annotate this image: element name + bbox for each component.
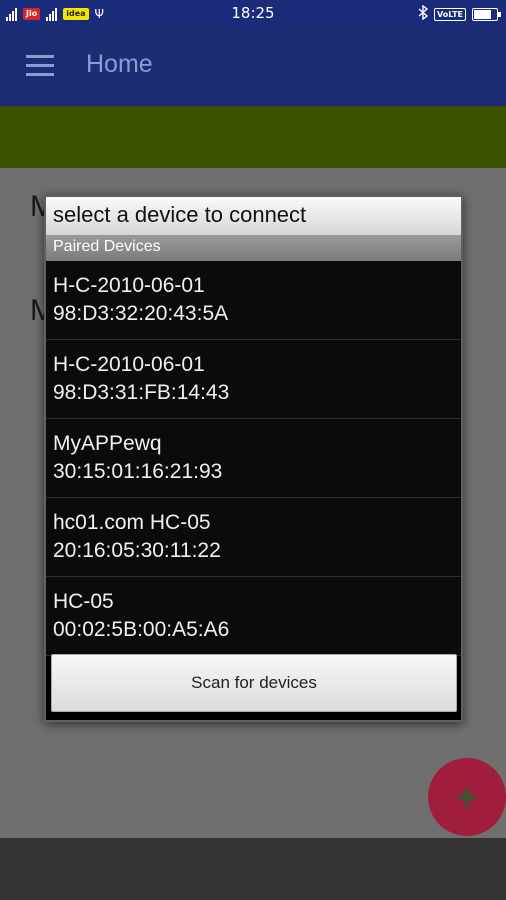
status-bar: Jio idea Ψ 18:25 VoLTE [0,0,506,28]
add-fab-button[interactable]: + [428,758,506,836]
device-list-item[interactable]: HC-05 00:02:5B:00:A5:A6 [46,577,461,656]
device-name: MyAPPewq [53,432,162,455]
scan-for-devices-button[interactable]: Scan for devices [51,654,457,712]
page-title: Home [86,50,153,78]
bluetooth-icon [418,4,429,24]
device-address: 98:D3:32:20:43:5A [53,302,229,325]
device-name: hc01.com HC-05 [53,511,211,534]
device-list: H-C-2010-06-01 98:D3:32:20:43:5A H-C-201… [46,261,461,656]
device-name: H-C-2010-06-01 [53,353,205,376]
device-picker-dialog: select a device to connect Paired Device… [44,195,463,722]
device-address: 30:15:01:16:21:93 [53,460,223,483]
device-name: HC-05 [53,590,114,613]
device-list-item[interactable]: H-C-2010-06-01 98:D3:32:20:43:5A [46,261,461,340]
system-nav-bar [0,838,506,900]
device-list-item[interactable]: H-C-2010-06-01 98:D3:31:FB:14:43 [46,340,461,419]
status-right: VoLTE [418,4,501,24]
app-bar: Home [0,28,506,106]
device-address: 98:D3:31:FB:14:43 [53,381,230,404]
volte-badge: VoLTE [434,7,466,21]
device-address: 20:16:05:30:11:22 [53,539,221,562]
plus-icon: + [454,779,480,815]
device-list-item[interactable]: hc01.com HC-05 20:16:05:30:11:22 [46,498,461,577]
dialog-title: select a device to connect [46,197,461,235]
hamburger-menu-icon[interactable] [26,55,54,77]
device-address: 00:02:5B:00:A5:A6 [53,618,230,641]
battery-icon [472,7,501,21]
paired-devices-header: Paired Devices [46,235,461,261]
device-name: H-C-2010-06-01 [53,274,205,297]
device-list-item[interactable]: MyAPPewq 30:15:01:16:21:93 [46,419,461,498]
accent-bar [0,106,506,168]
